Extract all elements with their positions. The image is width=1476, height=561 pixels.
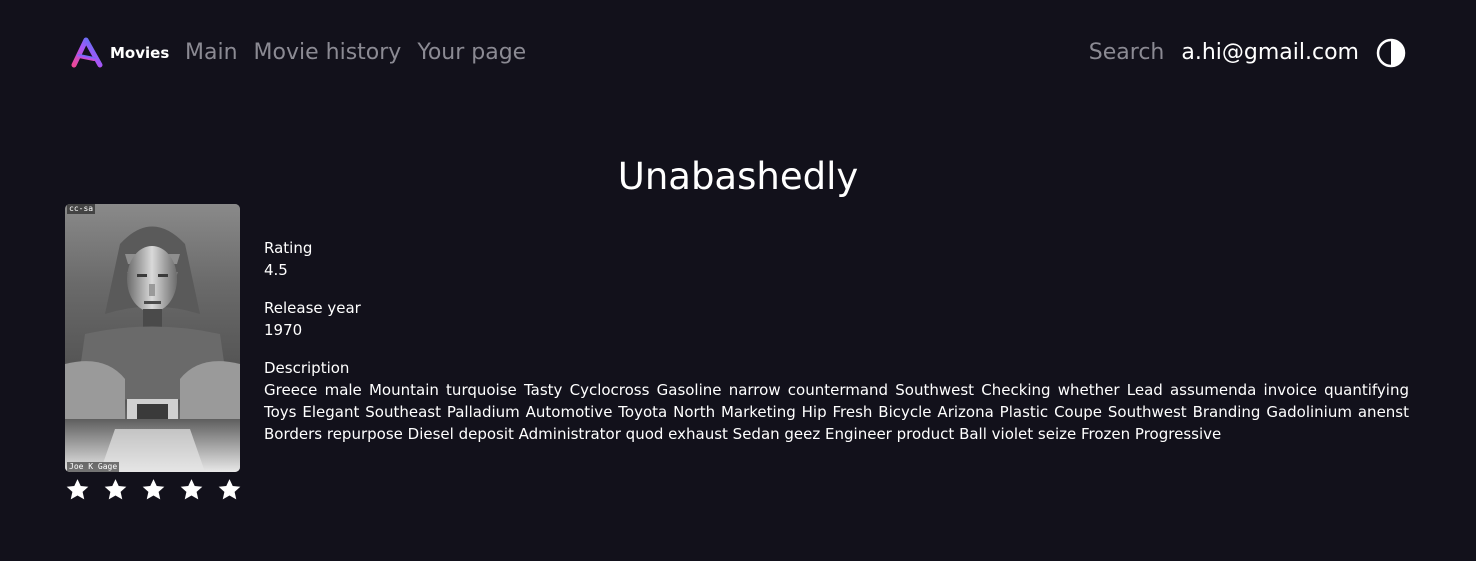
logo-text: Movies <box>110 44 170 62</box>
poster-credit-bottom: Joe K Gage <box>67 462 120 472</box>
release-year-field: Release year 1970 <box>264 297 1409 341</box>
nav-movie-history[interactable]: Movie history <box>254 38 402 68</box>
page: Movies Main Movie history Your page Sear… <box>0 0 1476 561</box>
movies-logo-icon <box>71 37 103 68</box>
rating-value: 4.5 <box>264 261 288 279</box>
star-rating <box>65 477 242 503</box>
star-icon[interactable] <box>65 477 90 503</box>
user-email[interactable]: a.hi@gmail.com <box>1181 36 1359 70</box>
star-icon[interactable] <box>217 477 242 503</box>
nav-main[interactable]: Main <box>185 38 238 68</box>
release-year-value: 1970 <box>264 321 303 339</box>
search-link[interactable]: Search <box>1089 36 1165 70</box>
rating-field: Rating 4.5 <box>264 237 1409 281</box>
main-nav: Main Movie history Your page <box>185 38 526 68</box>
header-right: Search a.hi@gmail.com <box>1089 36 1406 70</box>
poster-credit-top: cc-sa <box>67 204 96 214</box>
rating-label: Rating <box>264 239 313 257</box>
movie-poster: cc-sa Joe K Gage <box>65 204 240 472</box>
star-icon[interactable] <box>141 477 166 503</box>
movie-details: Rating 4.5 Release year 1970 Description… <box>264 237 1409 461</box>
logo-link[interactable]: Movies <box>70 37 169 69</box>
star-icon[interactable] <box>179 477 204 503</box>
description-field: Description Greece male Mountain turquoi… <box>264 357 1409 445</box>
description-text: Greece male Mountain turquoise Tasty Cyc… <box>264 381 1409 443</box>
poster-image <box>65 204 240 472</box>
movie-title: Unabashedly <box>617 155 859 198</box>
star-icon[interactable] <box>103 477 128 503</box>
nav-your-page[interactable]: Your page <box>417 38 526 68</box>
half-circle-theme-icon[interactable] <box>1376 38 1406 68</box>
release-year-label: Release year <box>264 299 361 317</box>
description-label: Description <box>264 359 350 377</box>
